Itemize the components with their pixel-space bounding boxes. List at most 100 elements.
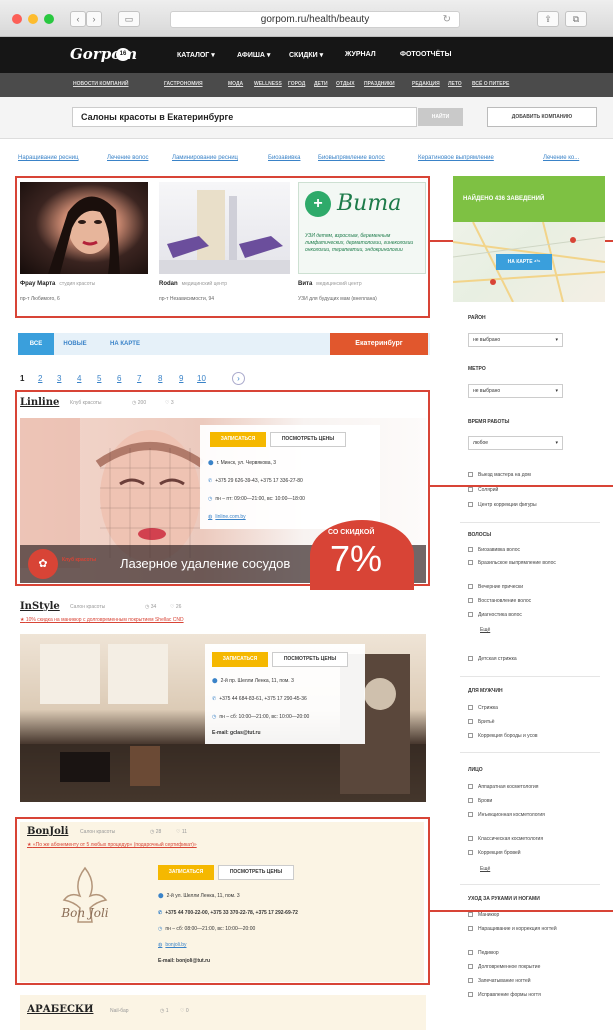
checkbox-nails[interactable]: Запечатывание ногтей <box>468 978 531 984</box>
page-link[interactable]: 8 <box>158 374 162 383</box>
more-link[interactable]: Ещё <box>480 866 490 872</box>
page-current[interactable]: 1 <box>20 374 24 383</box>
checkbox-nails[interactable]: Маникюр <box>468 912 499 918</box>
nav-journal[interactable]: ЖУРНАЛ <box>345 51 376 58</box>
category-link[interactable]: Биозавивка <box>268 155 300 161</box>
search-button[interactable]: НАЙТИ <box>418 108 463 126</box>
subnav-summer[interactable]: ЛЕТО <box>448 81 462 87</box>
checkbox-hair[interactable]: Диагностика волос <box>468 612 522 618</box>
checkbox-face[interactable]: Инъекционная косметология <box>468 812 545 818</box>
found-count-banner[interactable]: НАЙДЕНО 436 ЗАВЕДЕНИЙ <box>453 176 605 222</box>
page-link[interactable]: 2 <box>38 374 42 383</box>
metro-select[interactable]: не выбрано ▾ <box>468 384 563 398</box>
checkbox-hair[interactable]: Биозавивка волос <box>468 547 520 553</box>
subnav-editorial[interactable]: РЕДАКЦИЯ <box>412 81 440 87</box>
featured-name[interactable]: Вита медицинский центр <box>298 281 362 287</box>
page-link[interactable]: 10 <box>197 374 206 383</box>
tab-all[interactable]: ВСЕ <box>18 333 54 355</box>
checkbox-face[interactable]: Коррекция бровей <box>468 850 521 856</box>
email-row[interactable]: E-mail: gclas@tut.ru <box>212 730 261 736</box>
website-link[interactable]: ◍ linline.com.by <box>208 514 246 520</box>
checkbox-men[interactable]: Бритьё <box>468 719 495 725</box>
page-link[interactable]: 3 <box>57 374 61 383</box>
email-row[interactable]: E-mail: bonjoli@tut.ru <box>158 958 210 964</box>
listing-title-instyle[interactable]: InStyle <box>20 601 60 612</box>
share-icon[interactable]: ⇪ <box>537 11 559 27</box>
website-link[interactable]: ◍ bonjoli.by <box>158 942 187 948</box>
subnav-news[interactable]: НОВОСТИ КОМПАНИЙ <box>73 81 129 87</box>
next-page-button[interactable]: › <box>232 372 245 385</box>
page-link[interactable]: 7 <box>137 374 141 383</box>
district-select[interactable]: не выбрано ▾ <box>468 333 563 347</box>
checkbox-hair[interactable]: Бразильское выпрямление волос <box>468 560 556 566</box>
back-button[interactable]: ‹ <box>70 11 86 27</box>
listing-title-arabeski[interactable]: АРАБЕСКИ <box>27 1004 93 1015</box>
category-link[interactable]: Ламинирование ресниц <box>172 155 238 161</box>
subnav-kids[interactable]: ДЕТИ <box>314 81 328 87</box>
tab-new[interactable]: НОВЫЕ <box>58 333 92 355</box>
checkbox-solarium[interactable]: Солярий <box>468 487 498 493</box>
category-link[interactable]: Лечение волос <box>107 155 148 161</box>
checkbox-face[interactable]: Брови <box>468 798 492 804</box>
category-link[interactable]: Наращивание ресниц <box>18 155 79 161</box>
featured-photo-woman[interactable] <box>20 182 148 274</box>
forward-button[interactable]: › <box>86 11 102 27</box>
listing-title-bonjoli[interactable]: BonJoli <box>27 826 68 837</box>
checkbox-hair[interactable]: Восстановление волос <box>468 598 531 604</box>
view-prices-button[interactable]: ПОСМОТРЕТЬ ЦЕНЫ <box>272 652 348 667</box>
promo-link[interactable]: ★ 10% скидка на маникюр с долговременным… <box>20 617 184 623</box>
category-link[interactable]: Лечение ко... <box>543 155 579 161</box>
map-button[interactable]: НА КАРТЕ ⁴³⁶ <box>496 254 552 270</box>
listing-title-linline[interactable]: Linline <box>20 397 59 408</box>
checkbox-hair[interactable]: Вечерние прически <box>468 584 523 590</box>
close-window-icon[interactable] <box>12 14 22 24</box>
nav-afisha[interactable]: АФИША ▾ <box>237 51 270 59</box>
minimize-window-icon[interactable] <box>28 14 38 24</box>
checkbox-face[interactable]: Аппаратная косметология <box>468 784 538 790</box>
nav-discounts[interactable]: СКИДКИ ▾ <box>289 51 323 59</box>
checkbox-men[interactable]: Коррекция бороды и усов <box>468 733 538 739</box>
checkbox-home-visit[interactable]: Выезд мастера на дом <box>468 472 531 478</box>
checkbox-men[interactable]: Стрижка <box>468 705 498 711</box>
add-company-button[interactable]: ДОБАВИТЬ КОМПАНИЮ <box>487 107 597 127</box>
nav-photo[interactable]: ФОТООТЧЁТЫ <box>400 51 451 58</box>
signup-button[interactable]: ЗАПИСАТЬСЯ <box>210 432 266 447</box>
subnav-city[interactable]: ГОРОД <box>288 81 305 87</box>
address-bar[interactable]: gorpom.ru/health/beauty ↻ <box>170 11 460 28</box>
subnav-holidays[interactable]: ПРАЗДНИКИ <box>364 81 395 87</box>
bonjoli-logo[interactable]: Bon Joli <box>40 862 130 952</box>
page-link[interactable]: 5 <box>97 374 101 383</box>
checkbox-kids[interactable]: Детская стрижка <box>468 656 517 662</box>
tab-map[interactable]: НА КАРТЕ <box>100 333 150 355</box>
checkbox-nails[interactable]: Педикюр <box>468 950 499 956</box>
view-prices-button[interactable]: ПОСМОТРЕТЬ ЦЕНЫ <box>218 865 294 880</box>
featured-name[interactable]: Фрау Марта студия красоты <box>20 281 95 287</box>
subnav-wellness[interactable]: WELLNESS <box>254 81 282 87</box>
sidebar-toggle-icon[interactable]: ▭ <box>118 11 140 27</box>
checkbox-figure[interactable]: Центр коррекции фигуры <box>468 502 537 508</box>
signup-button[interactable]: ЗАПИСАТЬСЯ <box>212 652 268 667</box>
subnav-gastronomy[interactable]: ГАСТРОНОМИЯ <box>164 81 203 87</box>
checkbox-face[interactable]: Классическая косметология <box>468 836 543 842</box>
promo-link[interactable]: ★ «По же абонементу от 5 любых процедур»… <box>27 842 197 848</box>
view-prices-button[interactable]: ПОСМОТРЕТЬ ЦЕНЫ <box>270 432 346 447</box>
checkbox-nails[interactable]: Долговременное покрытие <box>468 964 540 970</box>
checkbox-nails[interactable]: Наращивание и коррекция ногтей <box>468 926 557 932</box>
page-link[interactable]: 6 <box>117 374 121 383</box>
nav-catalog[interactable]: КАТАЛОГ ▾ <box>177 51 215 59</box>
category-link[interactable]: Биовыпрямление волос <box>318 155 385 161</box>
hours-select[interactable]: любое ▾ <box>468 436 563 450</box>
featured-name[interactable]: Rodan медицинский центр <box>159 281 227 287</box>
subnav-fashion[interactable]: МОДА <box>228 81 243 87</box>
page-link[interactable]: 9 <box>179 374 183 383</box>
maximize-window-icon[interactable] <box>44 14 54 24</box>
page-link[interactable]: 4 <box>77 374 81 383</box>
featured-photo-vita[interactable]: + Вита УЗИ детям, взрослым, беременным л… <box>298 182 426 274</box>
city-button[interactable]: Екатеринбург <box>330 333 428 355</box>
category-link[interactable]: Кератиновое выпрямление <box>418 155 494 161</box>
more-link[interactable]: Ещё <box>480 627 490 633</box>
signup-button[interactable]: ЗАПИСАТЬСЯ <box>158 865 214 880</box>
tabs-icon[interactable]: ⧉ <box>565 11 587 27</box>
search-input[interactable]: Салоны красоты в Екатеринбурге <box>72 107 417 127</box>
subnav-rest[interactable]: ОТДЫХ <box>336 81 355 87</box>
